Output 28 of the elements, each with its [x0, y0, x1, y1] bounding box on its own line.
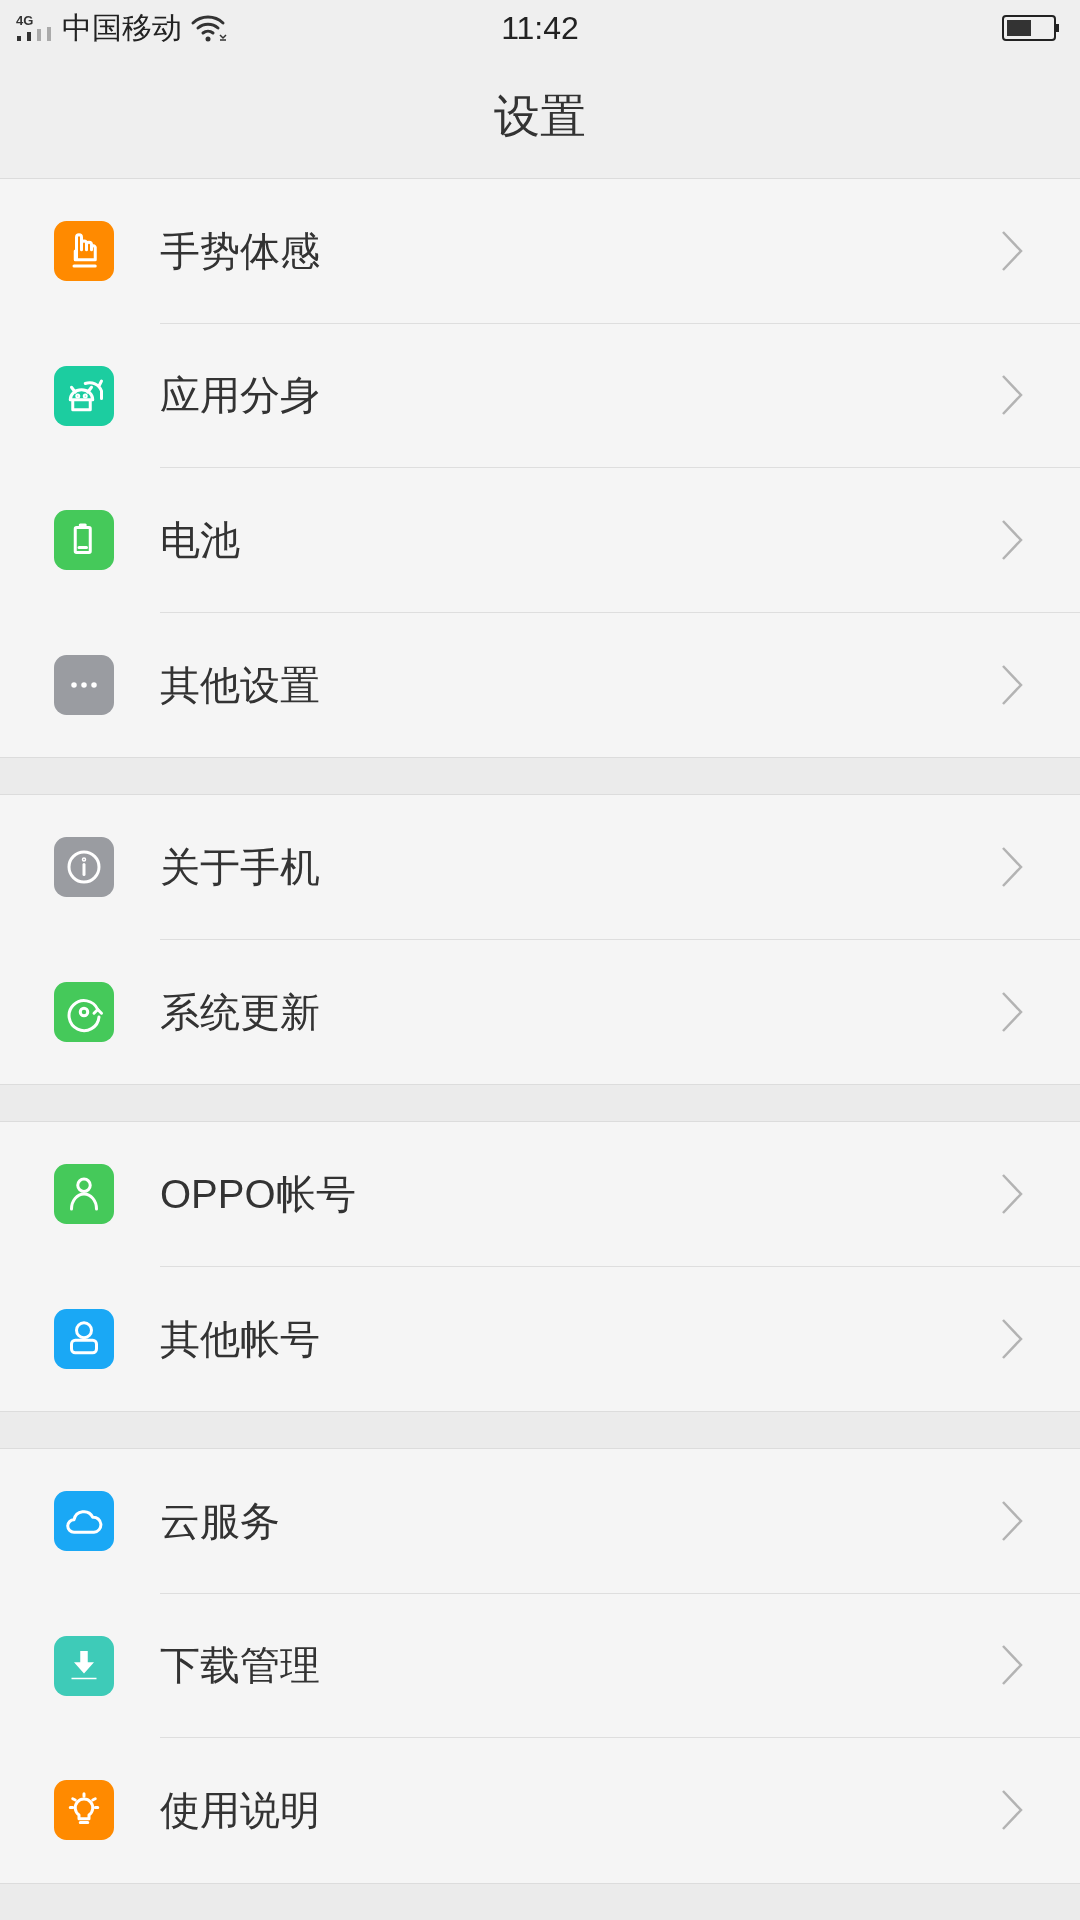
- settings-item[interactable]: 使用说明: [0, 1738, 1080, 1883]
- item-label: 电池: [160, 516, 241, 564]
- item-label: 云服务: [160, 1497, 281, 1545]
- item-label: OPPO帐号: [160, 1170, 357, 1218]
- item-label: 手势体感: [160, 227, 321, 275]
- settings-item[interactable]: 系统更新: [0, 939, 1080, 1084]
- page-title: 设置: [494, 89, 586, 144]
- item-label: 应用分身: [160, 372, 321, 420]
- item-label: 其他设置: [160, 661, 321, 709]
- network-type: 4G: [16, 14, 34, 27]
- item-label: 下载管理: [160, 1642, 321, 1690]
- settings-item[interactable]: 关于手机: [0, 795, 1080, 940]
- item-label: 其他帐号: [160, 1315, 321, 1363]
- carrier-name: 中国移动: [62, 10, 182, 46]
- item-label: 关于手机: [160, 843, 321, 891]
- status-time: 11:42: [501, 8, 579, 48]
- item-label: 使用说明: [160, 1787, 321, 1835]
- settings-item[interactable]: 其他帐号: [0, 1266, 1080, 1411]
- settings-item[interactable]: OPPO帐号: [0, 1122, 1080, 1267]
- settings-item[interactable]: 电池: [0, 468, 1080, 613]
- settings-item[interactable]: 下载管理: [0, 1593, 1080, 1738]
- battery-icon: [1002, 14, 1060, 41]
- settings-item[interactable]: 手势体感: [0, 179, 1080, 324]
- item-label: 系统更新: [160, 988, 321, 1036]
- signal-icon: [16, 27, 54, 41]
- settings-item[interactable]: 应用分身: [0, 323, 1080, 468]
- settings-item[interactable]: 云服务: [0, 1449, 1080, 1594]
- settings-item[interactable]: 其他设置: [0, 612, 1080, 757]
